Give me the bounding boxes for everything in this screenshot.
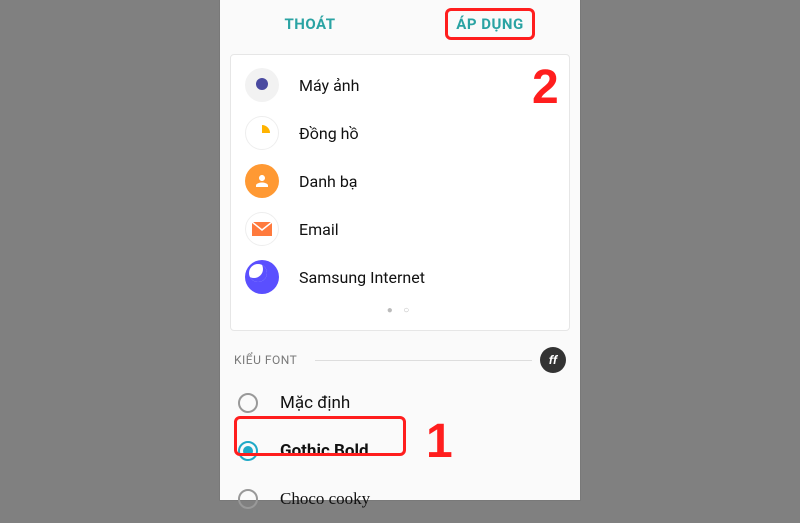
app-row: Email bbox=[231, 205, 569, 253]
radio-icon[interactable] bbox=[238, 489, 258, 509]
app-label: Samsung Internet bbox=[299, 268, 425, 287]
font-option-choco-cooky[interactable]: Choco cooky bbox=[220, 475, 580, 523]
app-row: Samsung Internet bbox=[231, 253, 569, 301]
app-label: Đồng hồ bbox=[299, 124, 359, 143]
font-label: Choco cooky bbox=[280, 489, 370, 509]
exit-button[interactable]: THOÁT bbox=[220, 15, 400, 33]
clock-icon bbox=[245, 116, 279, 150]
font-section-header: KIỂU FONT ff bbox=[220, 339, 580, 379]
apply-button-wrap[interactable]: ÁP DỤNG bbox=[400, 8, 580, 40]
app-row: Danh bạ bbox=[231, 157, 569, 205]
highlight-box-1 bbox=[234, 416, 406, 456]
camera-icon bbox=[245, 68, 279, 102]
radio-icon[interactable] bbox=[238, 393, 258, 413]
internet-icon bbox=[245, 260, 279, 294]
page-dots: ● ○ bbox=[231, 301, 569, 324]
email-icon bbox=[245, 212, 279, 246]
contacts-icon bbox=[245, 164, 279, 198]
app-label: Máy ảnh bbox=[299, 76, 359, 95]
font-label: Mặc định bbox=[280, 393, 350, 413]
font-preview-card: Máy ảnh Đồng hồ Danh bạ Email Samsung In… bbox=[230, 54, 570, 331]
action-bar: THOÁT ÁP DỤNG bbox=[220, 0, 580, 48]
font-store-icon[interactable]: ff bbox=[540, 347, 566, 373]
app-row: Máy ảnh bbox=[231, 61, 569, 109]
marker-1: 1 bbox=[426, 414, 453, 469]
divider bbox=[315, 360, 533, 361]
app-row: Đồng hồ bbox=[231, 109, 569, 157]
section-title: KIỂU FONT bbox=[234, 353, 307, 367]
app-label: Email bbox=[299, 220, 339, 239]
app-label: Danh bạ bbox=[299, 172, 358, 191]
marker-2: 2 bbox=[532, 60, 559, 115]
apply-button[interactable]: ÁP DỤNG bbox=[445, 8, 534, 40]
